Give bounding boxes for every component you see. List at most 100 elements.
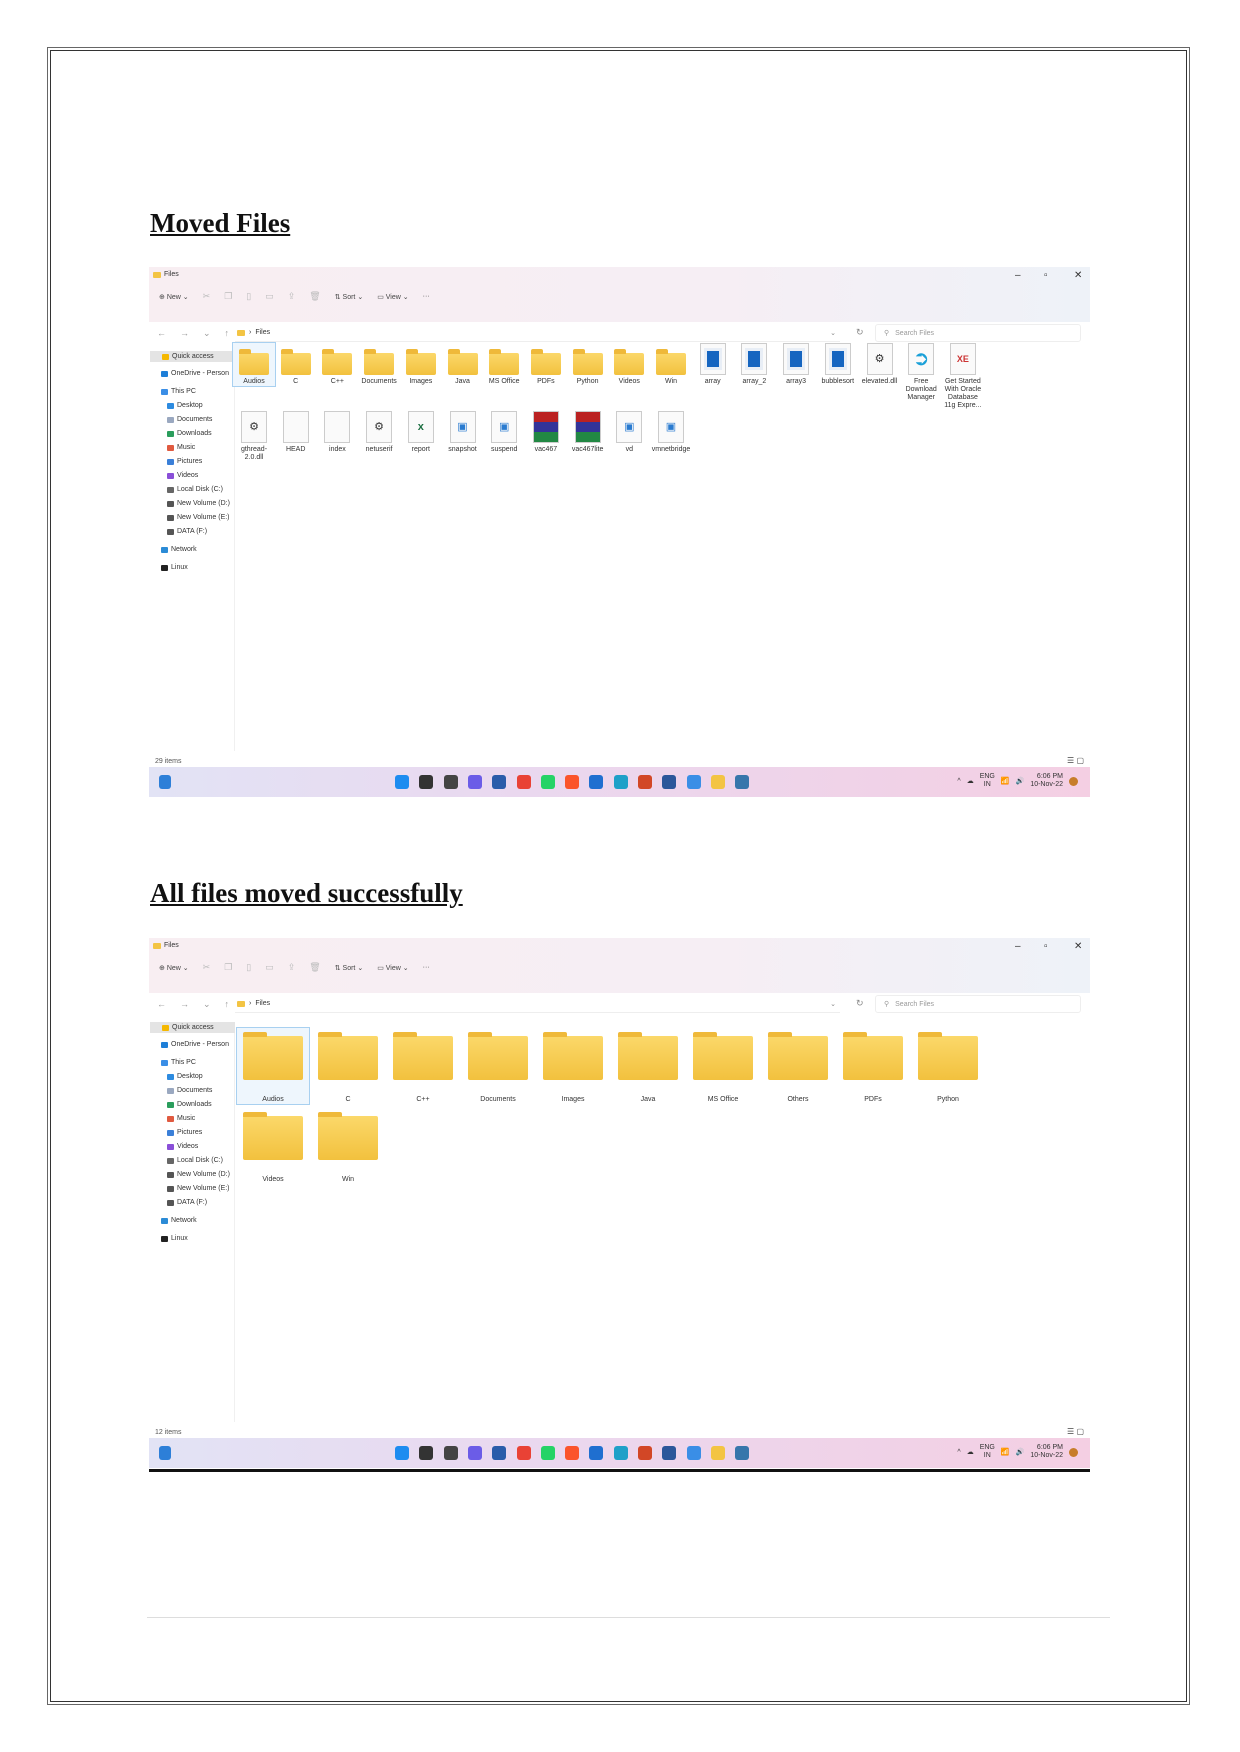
clock[interactable]: 6:06 PM 10-Nov-22 [1030, 773, 1063, 789]
widgets-icon[interactable] [159, 775, 171, 789]
file-item[interactable]: Python [912, 1028, 984, 1104]
sidebar-item[interactable]: Pictures [167, 458, 202, 465]
chevron-down-icon[interactable]: ⌄ [830, 329, 836, 337]
close-button[interactable]: ✕ [1074, 270, 1082, 281]
view-button[interactable]: ▭ View ⌄ [377, 293, 408, 301]
taskbar-python-idle-icon[interactable] [735, 775, 750, 789]
file-item[interactable]: PDFs [525, 343, 567, 386]
sidebar-item[interactable]: Linux [161, 1235, 188, 1242]
taskbar-word-icon[interactable] [662, 1446, 677, 1460]
taskbar-store-icon[interactable] [492, 775, 507, 789]
file-item[interactable]: vac467lite [567, 411, 609, 454]
file-item[interactable]: Audios [236, 1027, 310, 1105]
file-item[interactable]: bubblesort [817, 343, 859, 386]
nav-button-2[interactable]: ⌄ [203, 999, 211, 1010]
nav-button-3[interactable]: ↑ [225, 328, 230, 339]
file-item[interactable]: array [692, 343, 734, 386]
view-toggle-icons[interactable]: ☰ ▢ [1067, 756, 1084, 765]
sidebar-item[interactable]: Documents [167, 416, 212, 423]
maximize-button[interactable]: ▫ [1044, 941, 1048, 952]
sidebar-item[interactable]: Music [167, 444, 195, 451]
file-item[interactable]: Images [400, 343, 442, 386]
clock[interactable]: 6:06 PM 10-Nov-22 [1030, 1444, 1063, 1460]
taskbar-powerpoint-icon[interactable] [638, 1446, 652, 1460]
taskbar-search-icon[interactable] [419, 1446, 434, 1460]
file-item[interactable]: index [316, 411, 358, 454]
delete-icon[interactable]: 🗑 [309, 962, 320, 973]
sidebar-item[interactable]: This PC [161, 388, 196, 395]
view-button[interactable]: ▭ View ⌄ [377, 964, 408, 972]
sidebar-item[interactable]: Videos [167, 1143, 198, 1150]
new-button[interactable]: ⊕ New ⌄ [159, 964, 189, 972]
sidebar-item[interactable]: New Volume (D:) [167, 500, 230, 507]
share-icon[interactable]: ⇪ [288, 291, 296, 302]
file-item[interactable]: ⚙ netuserif [358, 411, 400, 454]
sort-button[interactable]: ⇅ Sort ⌄ [335, 964, 363, 972]
paste-icon[interactable]: ▯ [246, 291, 251, 302]
sidebar-item[interactable]: Network [161, 546, 197, 553]
taskbar-task-view-icon[interactable] [443, 1446, 458, 1460]
sidebar-item[interactable]: Downloads [167, 430, 212, 437]
taskbar-whatsapp-icon[interactable] [540, 775, 555, 789]
taskbar-powerpoint-icon[interactable] [638, 775, 652, 789]
sidebar-item[interactable]: Local Disk (C:) [167, 486, 223, 493]
file-item[interactable]: Win [312, 1108, 384, 1184]
file-item[interactable]: Win [650, 343, 692, 386]
new-button[interactable]: ⊕ New ⌄ [159, 293, 189, 301]
maximize-button[interactable]: ▫ [1044, 270, 1048, 281]
taskbar-chat-icon[interactable] [467, 1446, 482, 1460]
sidebar-item[interactable]: Desktop [167, 402, 203, 409]
widgets-icon[interactable] [159, 1446, 171, 1460]
file-item[interactable]: C++ [316, 343, 358, 386]
file-item[interactable]: HEAD [275, 411, 317, 454]
taskbar-vscode-icon[interactable] [589, 1446, 604, 1460]
sidebar-item[interactable]: Quick access [150, 1022, 235, 1033]
wifi-icon[interactable]: 📶 [1001, 777, 1010, 785]
file-item[interactable]: Videos [237, 1108, 309, 1184]
nav-button-2[interactable]: ⌄ [203, 328, 211, 339]
sidebar-item[interactable]: New Volume (D:) [167, 1171, 230, 1178]
sidebar-item[interactable]: Local Disk (C:) [167, 1157, 223, 1164]
taskbar-brave-icon[interactable] [565, 1446, 580, 1460]
file-item[interactable]: C [312, 1028, 384, 1104]
copy-icon[interactable]: ❐ [224, 962, 232, 973]
sidebar-item[interactable]: New Volume (E:) [167, 1185, 230, 1192]
taskbar-edge-icon[interactable] [613, 775, 628, 789]
taskbar-search-icon[interactable] [419, 775, 434, 789]
more-button[interactable]: ··· [423, 293, 430, 300]
sidebar-item[interactable]: New Volume (E:) [167, 514, 230, 521]
taskbar-word-icon[interactable] [662, 775, 677, 789]
file-item[interactable]: Java [442, 343, 484, 386]
notification-icon[interactable] [1069, 1447, 1078, 1457]
taskbar-file-explorer-icon[interactable] [710, 1446, 725, 1460]
sidebar-item[interactable]: Downloads [167, 1101, 212, 1108]
refresh-icon[interactable]: ↻ [856, 327, 864, 338]
file-item[interactable]: MS Office [687, 1028, 759, 1104]
search-input[interactable]: ⚲ Search Files [875, 324, 1081, 342]
file-item[interactable]: Java [612, 1028, 684, 1104]
volume-icon[interactable]: 🔊 [1016, 777, 1025, 785]
share-icon[interactable]: ⇪ [288, 962, 296, 973]
notification-icon[interactable] [1069, 776, 1078, 786]
sort-button[interactable]: ⇅ Sort ⌄ [335, 293, 363, 301]
file-item[interactable]: ⚙ gthread-2.0.dll [233, 411, 275, 462]
search-input[interactable]: ⚲ Search Files [875, 995, 1081, 1013]
file-item[interactable]: Others [762, 1028, 834, 1104]
file-item[interactable]: ▣ vmnetbridge [650, 411, 692, 454]
taskbar-notepad-icon[interactable] [686, 775, 701, 789]
file-item[interactable]: ▣ snapshot [442, 411, 484, 454]
more-button[interactable]: ··· [423, 964, 430, 971]
sidebar-item[interactable]: Videos [167, 472, 198, 479]
taskbar-store-icon[interactable] [492, 1446, 507, 1460]
chevron-down-icon[interactable]: ⌄ [830, 1000, 836, 1008]
taskbar-chrome-icon[interactable] [516, 1446, 531, 1460]
file-item[interactable]: array3 [775, 343, 817, 386]
sidebar-item[interactable]: Pictures [167, 1129, 202, 1136]
nav-button-1[interactable]: → [180, 328, 189, 339]
taskbar-whatsapp-icon[interactable] [540, 1446, 555, 1460]
rename-icon[interactable]: ▭ [265, 962, 274, 973]
taskbar-file-explorer-icon[interactable] [710, 775, 725, 789]
file-item[interactable]: ➲ Free Download Manager [900, 343, 942, 402]
chevron-up-icon[interactable]: ^ [957, 778, 960, 785]
rename-icon[interactable]: ▭ [265, 291, 274, 302]
